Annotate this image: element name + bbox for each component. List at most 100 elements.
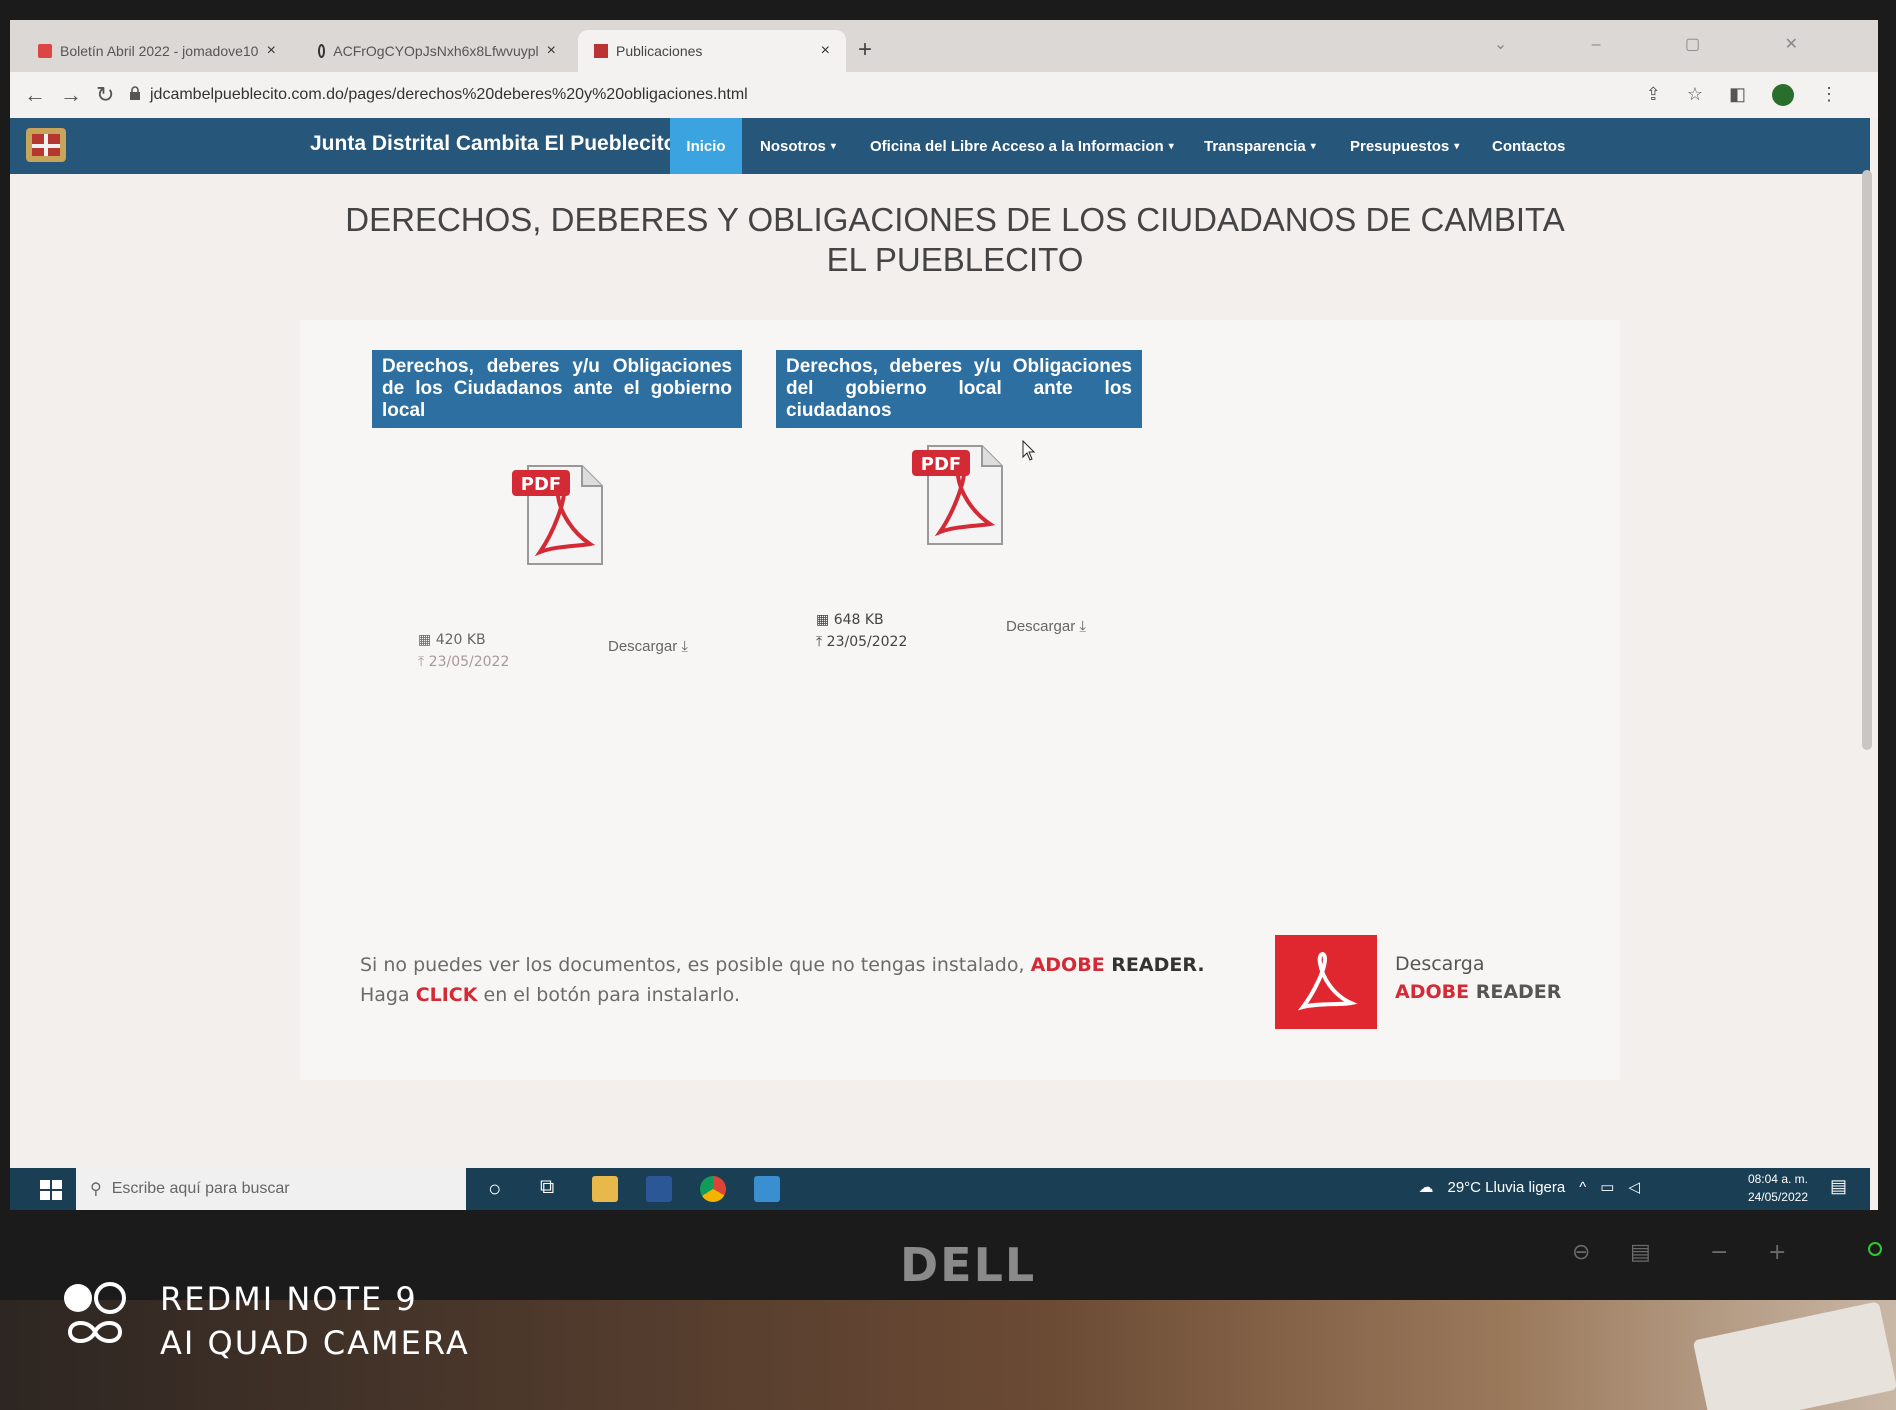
mouse-cursor-icon — [1022, 440, 1036, 461]
new-tab-button[interactable]: + — [858, 36, 872, 64]
url-input[interactable]: jdcambelpueblecito.com.do/pages/derechos… — [150, 86, 748, 104]
adobe-acrobat-icon — [1297, 952, 1358, 1011]
window-controls[interactable]: ⌄ – ▢ ✕ — [1494, 34, 1838, 54]
menu-kebab-icon[interactable]: ⋮ — [1820, 84, 1838, 106]
nav-label: Presupuestos — [1350, 137, 1450, 155]
site-favicon-icon — [594, 44, 608, 58]
nav-contactos[interactable]: Contactos — [1484, 118, 1573, 174]
site-brand[interactable]: Junta Distrital Cambita El Pueblecito — [310, 132, 676, 156]
tab-label: Boletín Abril 2022 - jomadove10 — [60, 43, 259, 59]
nav-transparencia[interactable]: Transparencia ▾ — [1196, 118, 1324, 174]
notice-text: en el botón para instalarlo. — [477, 984, 740, 1006]
site-navbar: Junta Distrital Cambita El Pueblecito In… — [10, 118, 1870, 174]
reader-word: READER. — [1104, 954, 1205, 976]
mail-app-icon[interactable] — [754, 1176, 780, 1202]
pdf-badge-label: PDF — [521, 474, 561, 495]
notifications-icon[interactable]: ▤ — [1830, 1176, 1856, 1202]
system-tray: ☁ 29°C Lluvia ligera ^ ▭ ◁ — [1418, 1178, 1640, 1197]
document-2-download-link[interactable]: Descargar ⤓ — [1006, 618, 1086, 635]
nav-presupuestos[interactable]: Presupuestos ▾ — [1342, 118, 1467, 174]
nav-inicio[interactable]: Inicio — [670, 118, 742, 174]
adobe-word: ADOBE — [1030, 954, 1105, 976]
nav-oficina-libre-acceso[interactable]: Oficina del Libre Acceso a la Informacio… — [862, 118, 1182, 174]
pdf-icon[interactable]: PDF — [510, 460, 610, 570]
close-icon[interactable]: × — [547, 42, 556, 60]
adobe-reader-notice: Si no puedes ver los documentos, es posi… — [360, 950, 1205, 1010]
taskbar-search-input[interactable]: ⚲ Escribe aquí para buscar — [76, 1168, 466, 1210]
download-icon: ⤓ — [681, 638, 689, 655]
document-1-date: ⤒ 23/05/2022 — [418, 654, 509, 670]
document-1-size: ▦ 420 KB — [418, 632, 486, 648]
grid-icon: ▦ — [816, 612, 830, 628]
file-date: 23/05/2022 — [826, 634, 908, 650]
weather-cloud-icon: ☁ — [1418, 1179, 1434, 1196]
monitor-menu-icon: ▤ — [1630, 1240, 1651, 1265]
browser-toolbar-icons: ⇪ ☆ ◧ ⋮ — [1646, 84, 1838, 106]
search-placeholder: Escribe aquí para buscar — [111, 1180, 290, 1197]
monitor-brand-logo: DELL — [900, 1238, 1037, 1292]
file-explorer-icon[interactable] — [592, 1176, 618, 1202]
document-1-header: Derechos, deberes y/u Obligaciones de lo… — [372, 350, 742, 428]
forward-icon[interactable]: → — [60, 82, 82, 108]
clock-date: 24/05/2022 — [1747, 1190, 1808, 1204]
browser-tab-1[interactable]: Boletín Abril 2022 - jomadove10 × — [22, 30, 292, 72]
cortana-icon[interactable]: ○ — [488, 1176, 514, 1202]
search-icon: ⚲ — [90, 1181, 102, 1198]
site-logo-icon[interactable] — [18, 120, 74, 170]
browser-address-bar: ← → ↻ jdcambelpueblecito.com.do/pages/de… — [10, 72, 1878, 118]
page-title-line-2: EL PUEBLECITO — [826, 241, 1084, 278]
page-title-line-1: DERECHOS, DEBERES Y OBLIGACIONES DE LOS … — [345, 201, 1565, 238]
reload-icon[interactable]: ↻ — [96, 82, 114, 108]
weather-text[interactable]: 29°C Lluvia ligera — [1447, 1179, 1565, 1196]
lock-icon — [130, 86, 140, 100]
browser-tab-2[interactable]: ACFrOgCYOpJsNxh6x8Lfwvuypl × — [302, 30, 572, 72]
close-icon[interactable]: × — [821, 42, 830, 60]
globe-icon — [318, 44, 326, 58]
notice-text: Si no puedes ver los documentos, es posi… — [360, 954, 1031, 976]
download-label: Descargar — [1006, 618, 1076, 635]
download-icon: ⤓ — [1079, 618, 1087, 635]
browser-tab-strip: Boletín Abril 2022 - jomadove10 × ACFrOg… — [10, 20, 1878, 72]
nav-label: Oficina del Libre Acceso a la Informacio… — [870, 137, 1164, 155]
click-word: CLICK — [415, 984, 478, 1006]
nav-label: Inicio — [686, 137, 726, 155]
share-icon[interactable]: ⇪ — [1646, 84, 1661, 106]
nav-nosotros[interactable]: Nosotros ▾ — [752, 118, 844, 174]
sidepanel-icon[interactable]: ◧ — [1729, 84, 1746, 106]
tab-label: Publicaciones — [616, 43, 703, 59]
profile-avatar-icon[interactable] — [1772, 84, 1794, 106]
windows-taskbar: ⚲ Escribe aquí para buscar ○ ⧉ ☁ 29°C Ll… — [10, 1168, 1870, 1210]
nav-label: Nosotros — [760, 137, 826, 155]
caret-down-icon: ▾ — [830, 140, 836, 152]
taskbar-clock[interactable]: 08:04 a. m. 24/05/2022 — [1748, 1170, 1808, 1206]
network-icon[interactable]: ▭ — [1600, 1178, 1614, 1196]
page-title: DERECHOS, DEBERES Y OBLIGACIONES DE LOS … — [310, 200, 1600, 280]
caret-down-icon: ▾ — [1168, 140, 1174, 152]
pdf-icon[interactable]: PDF — [910, 440, 1010, 550]
watermark-line-1: REDMI NOTE 9 — [160, 1280, 418, 1318]
document-2-size: ▦ 648 KB — [816, 612, 884, 628]
tray-chevron-icon[interactable]: ^ — [1579, 1179, 1586, 1196]
caret-down-icon: ▾ — [1454, 140, 1460, 152]
page-scrollbar[interactable] — [1862, 170, 1872, 750]
adobe-download-text[interactable]: Descarga ADOBE READER — [1395, 950, 1561, 1006]
browser-tab-active[interactable]: Publicaciones × — [578, 30, 846, 72]
back-icon[interactable]: ← — [24, 82, 46, 108]
chrome-icon[interactable] — [700, 1176, 726, 1202]
bookmark-star-icon[interactable]: ☆ — [1687, 84, 1703, 106]
clock-time: 08:04 a. m. — [1747, 1172, 1808, 1186]
word-icon[interactable] — [646, 1176, 672, 1202]
watermark-line-2: AI QUAD CAMERA — [160, 1324, 470, 1362]
task-view-icon[interactable]: ⧉ — [540, 1176, 566, 1202]
adobe-word: ADOBE — [1395, 981, 1470, 1003]
volume-icon[interactable]: ◁ — [1628, 1178, 1640, 1196]
monitor-minus-icon: − — [1710, 1240, 1729, 1265]
document-1-download-link[interactable]: Descargar ⤓ — [608, 638, 688, 655]
adobe-reader-download-button[interactable] — [1275, 935, 1377, 1029]
camera-brand-logo-icon — [64, 1282, 126, 1343]
windows-start-icon[interactable] — [40, 1180, 62, 1200]
nav-label: Transparencia — [1204, 137, 1306, 155]
nav-label: Contactos — [1492, 137, 1566, 155]
notice-line-1: Si no puedes ver los documentos, es posi… — [360, 950, 1205, 980]
close-icon[interactable]: × — [267, 42, 276, 60]
